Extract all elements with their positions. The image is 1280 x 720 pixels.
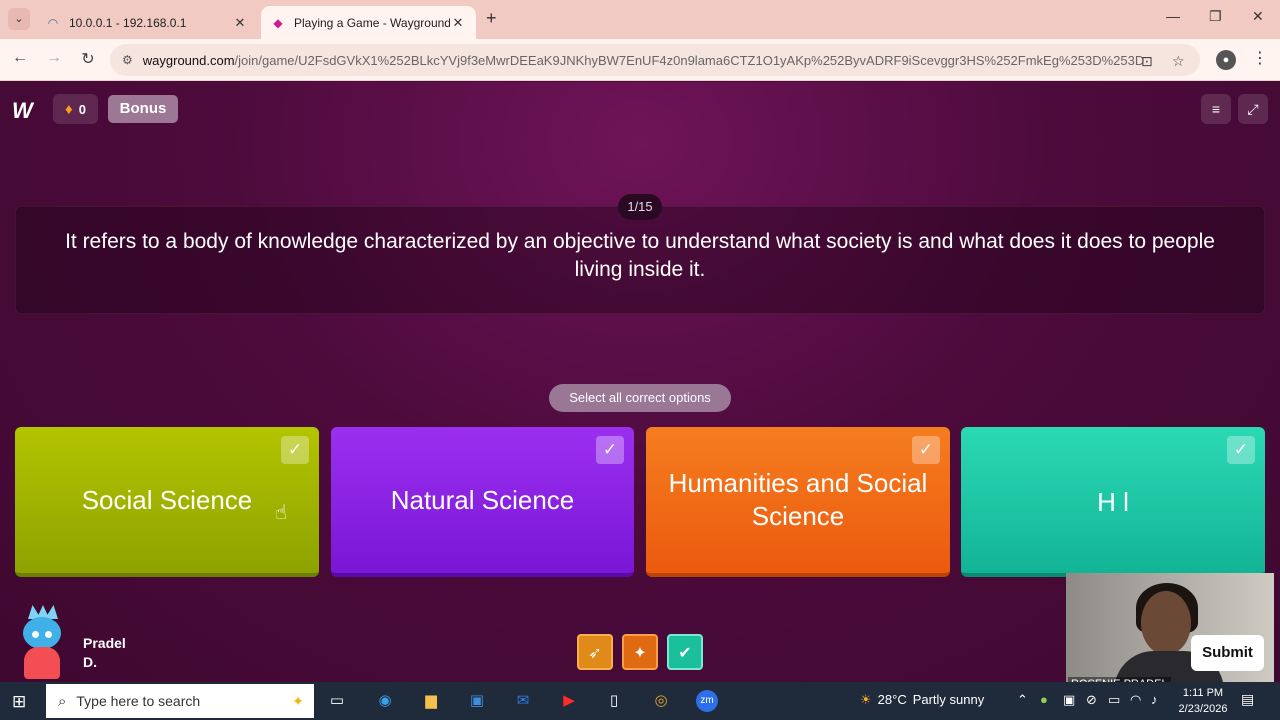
tab-title: 10.0.0.1 - 192.168.0.1	[69, 15, 187, 30]
sparkle-icon: ✦	[292, 692, 304, 709]
tray-mute-icon[interactable]: ⊘	[1086, 692, 1097, 708]
option-social-science[interactable]: Social Science ✓	[15, 427, 319, 577]
restore-icon[interactable]: ❐	[1209, 8, 1222, 25]
wifi-icon[interactable]: ◠	[1130, 692, 1141, 708]
weather-condition: Partly sunny	[912, 692, 985, 707]
tray-network-icon[interactable]: ▭	[1108, 692, 1120, 708]
tab-wayground[interactable]: ◆ Playing a Game - Wayground (f ✕	[261, 6, 476, 39]
back-icon[interactable]: ←	[10, 49, 30, 67]
url-text: wayground.com/join/game/U2FsdGVkX1%252BL…	[142, 52, 1145, 68]
browser-tab-bar: ⌄ ◠ 10.0.0.1 - 192.168.0.1 ✕ ◆ Playing a…	[0, 0, 1280, 39]
webcam-overlay: ROSENIE PRADEL	[1066, 573, 1274, 694]
game-area: W ♦ 0 Bonus ≡ ⤢ 1/15 It refers to a body…	[0, 82, 1280, 694]
task-view-icon[interactable]: ▭	[326, 690, 348, 712]
option-label: H l	[1097, 487, 1129, 517]
question-text: It refers to a body of knowledge charact…	[65, 230, 1215, 281]
menu-icon[interactable]: ≡	[1201, 94, 1231, 124]
tray-app-icon[interactable]: ●	[1040, 692, 1048, 707]
question-counter: 1/15	[618, 194, 662, 220]
fullscreen-icon[interactable]: ⤢	[1238, 94, 1268, 124]
close-tab-icon[interactable]: ✕	[450, 15, 466, 31]
youtube-icon[interactable]: ▶	[558, 690, 580, 712]
checkbox-check-icon[interactable]: ✓	[281, 436, 309, 464]
streak-counter: ♦ 0	[53, 94, 98, 124]
wayground-logo: W	[12, 98, 33, 123]
checkbox-check-icon[interactable]: ✓	[596, 436, 624, 464]
windows-start-icon[interactable]: ⊞	[12, 692, 26, 712]
forward-icon[interactable]: →	[44, 49, 64, 67]
volume-icon[interactable]: ♪	[1151, 692, 1158, 707]
option-fourth[interactable]: H l ✓	[961, 427, 1265, 577]
weather-sun-icon: ☀	[860, 692, 872, 707]
screenshot-icon[interactable]: ⊡	[1141, 53, 1153, 70]
search-icon: ⌕	[58, 692, 67, 710]
checkbox-check-icon[interactable]: ✓	[1227, 436, 1255, 464]
option-label: Social Science	[81, 484, 253, 515]
tab-search-dropdown-icon[interactable]: ⌄	[8, 8, 30, 30]
powerup-star-icon[interactable]: ✦	[622, 634, 658, 670]
player-name: Pradel D.	[83, 635, 126, 670]
bonus-badge: Bonus	[108, 95, 178, 123]
submit-button[interactable]: Submit	[1191, 635, 1264, 671]
store-icon[interactable]: ▣	[466, 690, 488, 712]
streak-value: 0	[78, 101, 86, 117]
bookmark-star-icon[interactable]: ☆	[1172, 53, 1185, 70]
wifi-icon: ◠	[47, 15, 59, 30]
powerup-shield-icon[interactable]: ✔	[667, 634, 703, 670]
windows-taskbar: ⊞ ⌕ Type here to search ✦ ▭ ◉ ▆ ▣ ✉ ▶ ▯ …	[0, 682, 1280, 720]
browser-menu-icon[interactable]: ⋮	[1252, 48, 1268, 68]
option-natural-science[interactable]: Natural Science ✓	[331, 427, 634, 577]
option-label: Natural Science	[390, 484, 575, 515]
tab-title: Playing a Game - Wayground (f	[294, 15, 450, 30]
flame-icon: ♦	[65, 100, 73, 118]
minimize-icon[interactable]: —	[1166, 8, 1180, 24]
tab-router[interactable]: ◠ 10.0.0.1 - 192.168.0.1 ✕	[36, 6, 258, 39]
select-all-hint: Select all correct options	[549, 384, 731, 412]
notification-icon[interactable]: ▤	[1241, 691, 1254, 708]
zoom-icon[interactable]: zm	[696, 690, 718, 712]
new-tab-icon[interactable]: +	[486, 8, 497, 29]
profile-avatar-icon[interactable]: ●	[1216, 50, 1236, 70]
outlook-icon[interactable]: ✉	[512, 690, 534, 712]
browser-toolbar: ← → ↻ ⚙ wayground.com/join/game/U2FsdGVk…	[0, 39, 1280, 81]
taskbar-search-input[interactable]: ⌕ Type here to search ✦	[46, 684, 314, 718]
tray-device-icon[interactable]: ▣	[1063, 692, 1075, 708]
edge-icon[interactable]: ◉	[374, 690, 396, 712]
weather-temp: 28°C	[877, 692, 907, 707]
chevron-up-icon[interactable]: ⌃	[1017, 692, 1028, 708]
notepad-icon[interactable]: ▯	[603, 690, 625, 712]
chrome-icon[interactable]: ◎	[650, 690, 672, 712]
system-clock[interactable]: 1:11 PM 2/23/2026	[1175, 685, 1231, 717]
search-placeholder: Type here to search	[76, 693, 201, 709]
checkbox-check-icon[interactable]: ✓	[912, 436, 940, 464]
powerup-rocket-icon[interactable]: ➶	[577, 634, 613, 670]
weather-widget[interactable]: ☀ 28°C Partly sunny	[860, 692, 984, 708]
option-label: Humanities and Social Science	[668, 468, 928, 531]
mouse-pointer-icon: ☝	[275, 502, 288, 524]
file-explorer-icon[interactable]: ▆	[420, 690, 442, 712]
close-window-icon[interactable]: ✕	[1252, 8, 1264, 25]
player-avatar	[18, 605, 66, 680]
reload-icon[interactable]: ↻	[78, 49, 98, 69]
wayground-icon: ◆	[273, 15, 283, 30]
option-humanities-social-science[interactable]: Humanities and Social Science ✓	[646, 427, 950, 577]
address-bar[interactable]: ⚙ wayground.com/join/game/U2FsdGVkX1%252…	[110, 44, 1200, 76]
site-settings-icon[interactable]: ⚙	[122, 53, 133, 67]
close-tab-icon[interactable]: ✕	[232, 15, 248, 31]
